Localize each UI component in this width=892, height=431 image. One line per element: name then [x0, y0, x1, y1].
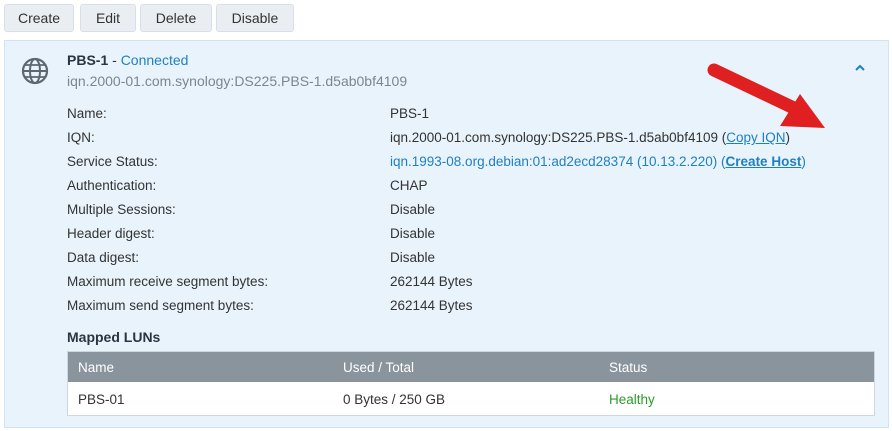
column-header-status[interactable]: Status — [609, 360, 647, 375]
target-iqn-subtitle: iqn.2000-01.com.synology:DS225.PBS-1.d5a… — [67, 73, 408, 89]
max-send-label: Maximum send segment bytes: — [67, 298, 254, 313]
globe-icon — [21, 57, 49, 85]
max-send-value: 262144 Bytes — [390, 298, 473, 313]
multiple-sessions-value: Disable — [390, 202, 436, 217]
mapped-luns-title: Mapped LUNs — [67, 329, 161, 345]
name-label: Name: — [67, 106, 107, 121]
header-digest-value: Disable — [390, 226, 436, 241]
mapped-luns-table: Name Used / Total Status PBS-01 0 Bytes … — [67, 351, 875, 416]
lun-status-cell: Healthy — [609, 392, 655, 407]
max-receive-value: 262144 Bytes — [390, 274, 473, 289]
target-title: PBS-1 - Connected — [67, 52, 188, 68]
table-header: Name Used / Total Status — [68, 352, 874, 382]
iqn-label: IQN: — [67, 130, 95, 145]
authentication-value: CHAP — [390, 178, 428, 193]
data-digest-value: Disable — [390, 250, 436, 265]
disable-button[interactable]: Disable — [216, 4, 294, 32]
chevron-up-icon[interactable] — [852, 60, 868, 76]
multiple-sessions-label: Multiple Sessions: — [67, 202, 176, 217]
title-separator: - — [108, 52, 121, 68]
column-header-used-total[interactable]: Used / Total — [343, 360, 414, 375]
column-header-name[interactable]: Name — [78, 360, 114, 375]
connection-status: Connected — [120, 52, 189, 68]
table-row[interactable]: PBS-01 0 Bytes / 250 GB Healthy — [68, 382, 874, 415]
create-host-link[interactable]: Create Host — [726, 154, 802, 169]
lun-used-total-cell: 0 Bytes / 250 GB — [343, 392, 446, 407]
service-status-value[interactable]: iqn.1993-08.org.debian:01:ad2ecd28374 (1… — [390, 154, 717, 169]
max-receive-label: Maximum receive segment bytes: — [67, 274, 269, 289]
authentication-label: Authentication: — [67, 178, 157, 193]
lun-name-cell: PBS-01 — [78, 392, 125, 407]
header-digest-label: Header digest: — [67, 226, 155, 241]
iqn-value: iqn.2000-01.com.synology:DS225.PBS-1.d5a… — [390, 130, 718, 145]
edit-button[interactable]: Edit — [80, 4, 136, 32]
target-name: PBS-1 — [67, 52, 109, 68]
create-button[interactable]: Create — [4, 4, 74, 32]
name-value: PBS-1 — [390, 106, 430, 121]
data-digest-label: Data digest: — [67, 250, 140, 265]
service-status-label: Service Status: — [67, 154, 158, 169]
red-arrow-annotation — [707, 63, 825, 128]
delete-button[interactable]: Delete — [140, 4, 212, 32]
service-status-row: iqn.1993-08.org.debian:01:ad2ecd28374 (1… — [390, 154, 806, 169]
